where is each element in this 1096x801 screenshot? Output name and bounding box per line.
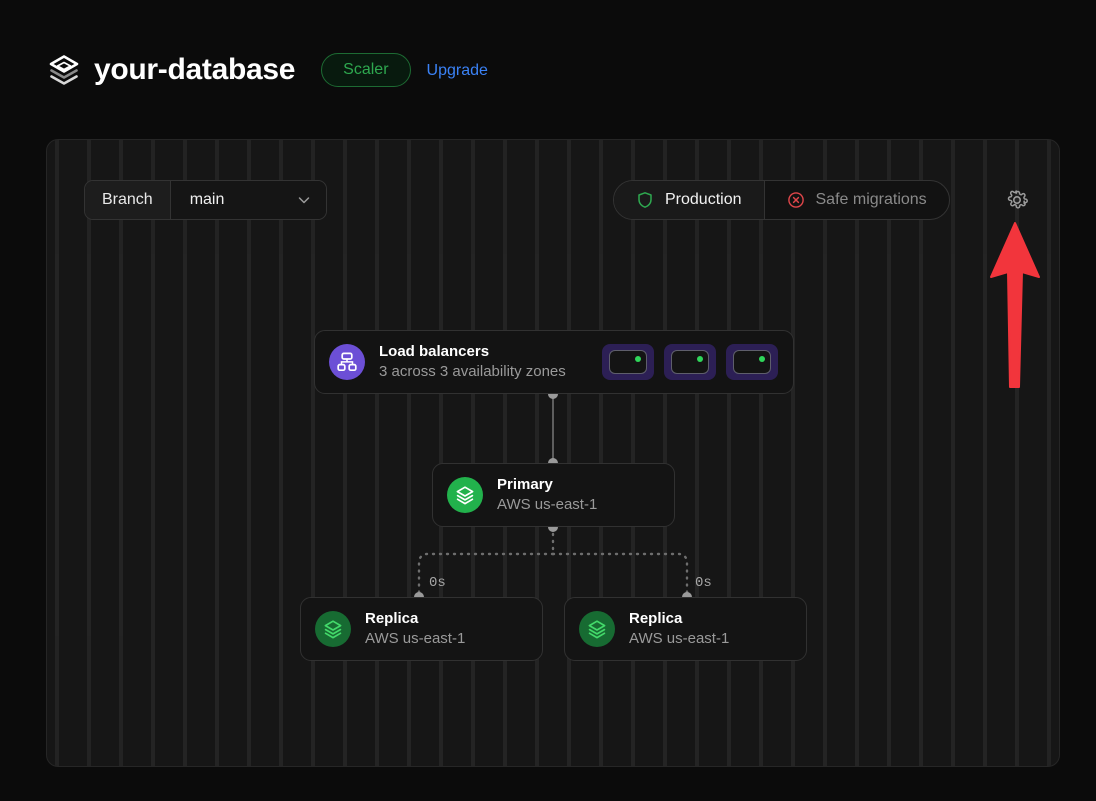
network-topology-icon	[329, 344, 365, 380]
primary-node[interactable]: Primary AWS us-east-1	[432, 463, 675, 527]
replica-node[interactable]: Replica AWS us-east-1	[564, 597, 807, 661]
load-balancer-slot[interactable]	[664, 344, 716, 380]
layers-icon	[315, 611, 351, 647]
up-arrow-annotation	[975, 215, 1055, 395]
status-dot-icon	[635, 356, 641, 362]
replica-lag-label: 0s	[429, 575, 446, 591]
page-title: your-database	[94, 53, 296, 86]
plan-badge[interactable]: Scaler	[321, 53, 411, 87]
load-balancers-node[interactable]: Load balancers 3 across 3 availability z…	[314, 330, 794, 394]
replica-lag-label: 0s	[695, 575, 712, 591]
load-balancer-slot-body	[671, 350, 709, 374]
load-balancer-slots	[602, 344, 778, 380]
status-dot-icon	[697, 356, 703, 362]
replica-title: Replica	[365, 610, 419, 627]
primary-subtitle: AWS us-east-1	[497, 496, 598, 513]
layers-icon	[447, 477, 483, 513]
load-balancers-title: Load balancers	[379, 343, 490, 360]
layers-logo-icon	[46, 52, 94, 88]
replica-node[interactable]: Replica AWS us-east-1	[300, 597, 543, 661]
load-balancer-slot[interactable]	[726, 344, 778, 380]
load-balancer-slot-body	[609, 350, 647, 374]
primary-text: Primary AWS us-east-1	[497, 475, 597, 515]
load-balancer-slot[interactable]	[602, 344, 654, 380]
page-header: your-database Scaler Upgrade	[46, 44, 488, 96]
load-balancer-slot-body	[733, 350, 771, 374]
app-root: your-database Scaler Upgrade Branch main	[0, 0, 1096, 801]
primary-title: Primary	[497, 476, 553, 493]
topology-edges	[414, 389, 692, 602]
load-balancers-info: Load balancers 3 across 3 availability z…	[329, 342, 566, 382]
replica-text: Replica AWS us-east-1	[629, 609, 729, 649]
topology-diagram: Load balancers 3 across 3 availability z…	[47, 140, 1059, 766]
replica-subtitle: AWS us-east-1	[629, 630, 730, 647]
load-balancers-subtitle: 3 across 3 availability zones	[379, 363, 566, 380]
status-dot-icon	[759, 356, 765, 362]
replica-title: Replica	[629, 610, 683, 627]
load-balancers-text: Load balancers 3 across 3 availability z…	[379, 342, 566, 382]
layers-icon	[579, 611, 615, 647]
upgrade-link[interactable]: Upgrade	[427, 62, 488, 79]
replica-text: Replica AWS us-east-1	[365, 609, 465, 649]
cluster-panel: Branch main Production Safe migrations L…	[46, 139, 1060, 767]
replica-subtitle: AWS us-east-1	[365, 630, 466, 647]
